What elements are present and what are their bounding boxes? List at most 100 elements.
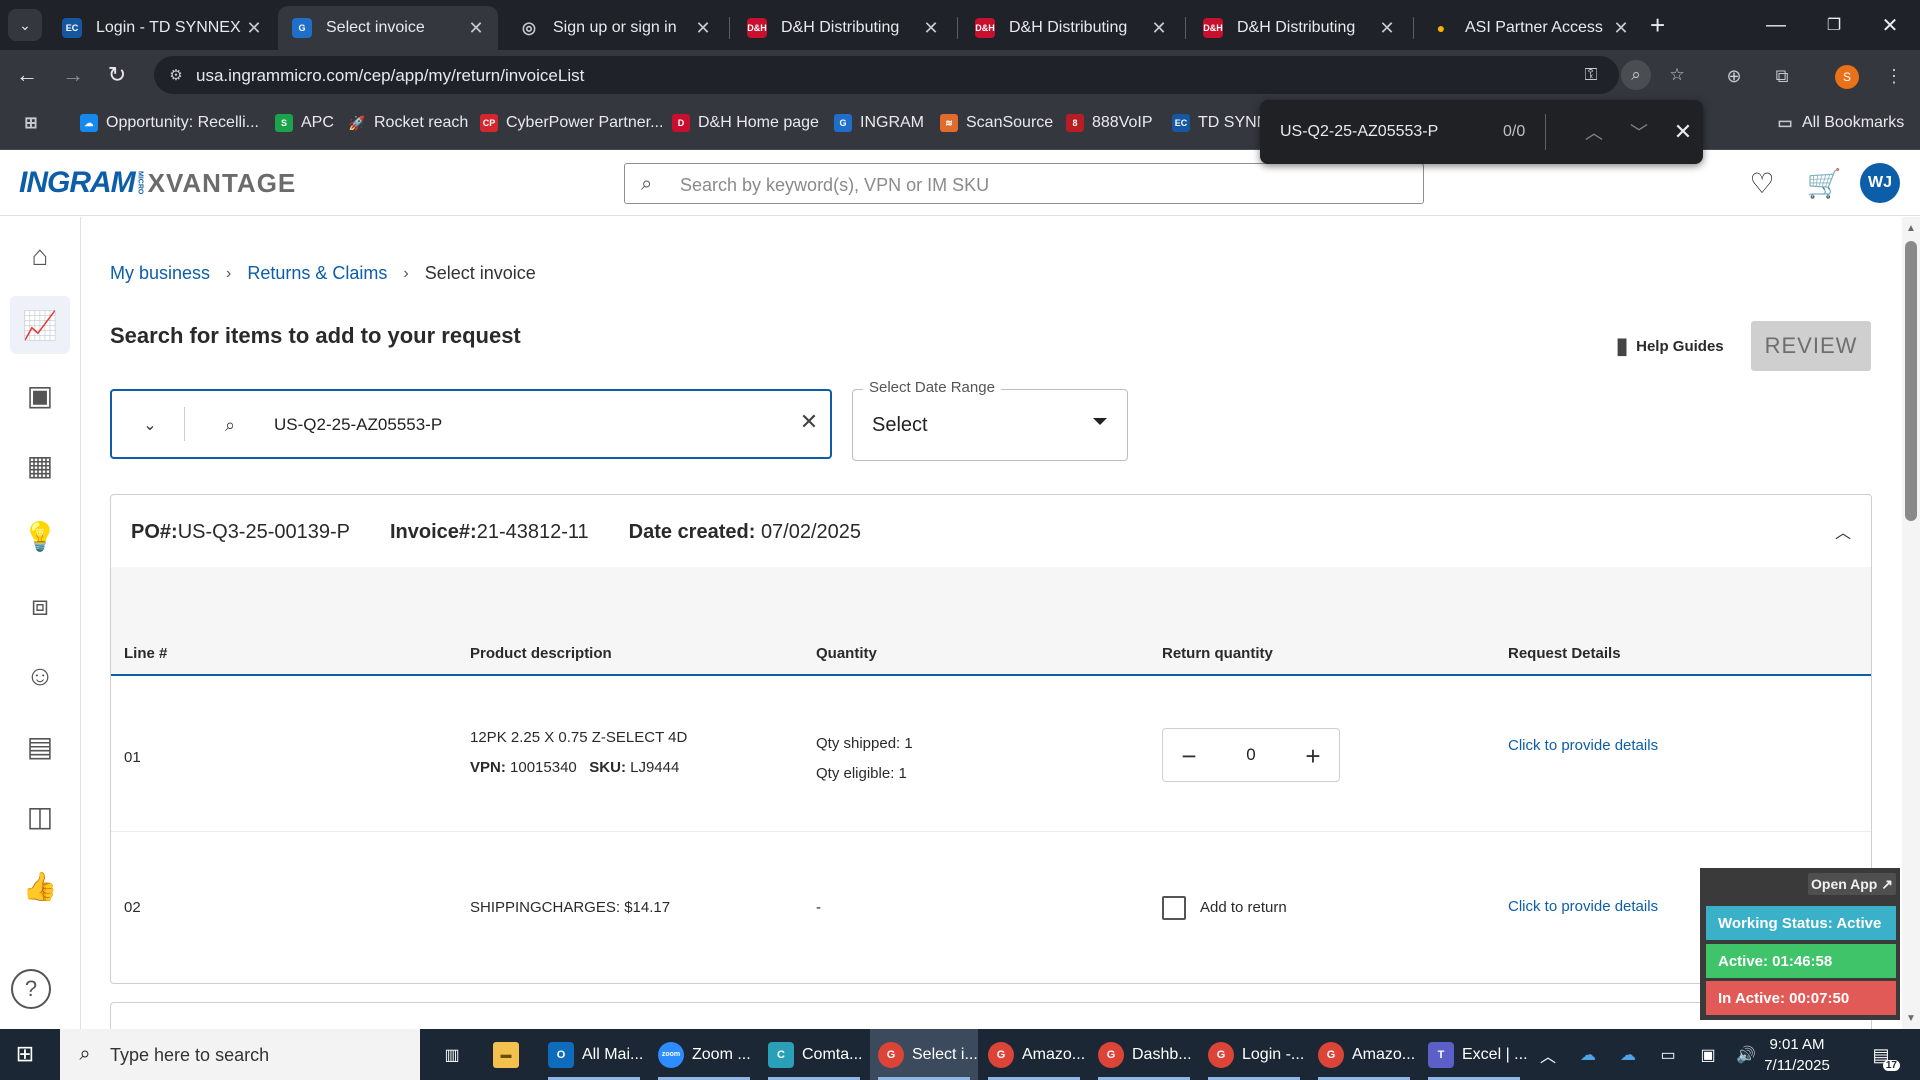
ingram-xvantage-logo[interactable]: INGRAM MICRO XVANTAGE	[19, 165, 296, 201]
support-agent-icon[interactable]: ☺	[10, 647, 70, 705]
open-app-button[interactable]: Open App ↗	[1808, 873, 1896, 895]
tab-login-td-synnex[interactable]: EC Login - TD SYNNEX ✕	[48, 6, 276, 50]
breadcrumb-returns-claims[interactable]: Returns & Claims	[247, 263, 387, 284]
bookmark-opportunity[interactable]: ☁ Opportunity: Recelli...	[80, 114, 259, 132]
tab-sign-up[interactable]: ◎ Sign up or sign in ✕	[505, 6, 725, 50]
invoice-search-input[interactable]	[274, 411, 754, 439]
collapse-chevron-up-icon[interactable]: ︿	[1829, 517, 1857, 545]
bookmark-cyberpower[interactable]: CP CyberPower Partner...	[480, 114, 663, 132]
forward-arrow-icon[interactable]: →	[56, 58, 90, 92]
taskbar-app-amazon-1[interactable]: G Amazo...	[980, 1029, 1088, 1080]
extensions-puzzle-icon[interactable]: ⧉	[1768, 62, 1796, 90]
products-box-icon[interactable]: ▣	[10, 366, 70, 424]
password-key-icon[interactable]: ⚿	[1578, 62, 1604, 88]
tab-dh-distributing-1[interactable]: D&H D&H Distributing ✕	[733, 6, 953, 50]
breadcrumb-my-business[interactable]: My business	[110, 263, 210, 284]
bookmark-888voip[interactable]: 8 888VoIP	[1066, 114, 1153, 132]
scroll-up-arrow-icon[interactable]: ▲	[1904, 221, 1918, 235]
increment-plus-icon[interactable]: +	[1299, 741, 1327, 771]
bookmark-star-icon[interactable]: ☆	[1664, 62, 1690, 88]
tab-dh-distributing-3[interactable]: D&H D&H Distributing ✕	[1189, 6, 1409, 50]
scroll-down-arrow-icon[interactable]: ▼	[1904, 1011, 1918, 1025]
provide-details-link[interactable]: Click to provide details	[1508, 898, 1658, 915]
bookmark-rocket-reach[interactable]: 🚀 Rocket reach	[348, 114, 468, 132]
close-tab-icon[interactable]: ✕	[1375, 16, 1399, 40]
find-in-page-icon[interactable]: ⌕	[1621, 60, 1651, 90]
system-clock[interactable]: 9:01 AM 7/11/2025	[1752, 1034, 1842, 1076]
ideas-lightbulb-icon[interactable]: 💡	[10, 507, 70, 565]
find-next-chevron-down-icon[interactable]: ﹀	[1625, 118, 1653, 146]
bookmark-ingram[interactable]: G INGRAM	[834, 114, 924, 132]
bookmark-scansource[interactable]: ≋ ScanSource	[940, 114, 1053, 132]
analytics-chart-icon[interactable]: 📈	[10, 296, 70, 354]
translate-globe-icon[interactable]: ⊕	[1720, 62, 1748, 90]
all-bookmarks[interactable]: ▭ All Bookmarks	[1776, 114, 1904, 132]
warehouse-icon[interactable]: ▦	[10, 436, 70, 494]
site-info-tune-icon[interactable]: ⚙	[166, 65, 186, 85]
taskbar-app-outlook[interactable]: O All Mai...	[540, 1029, 648, 1080]
reload-icon[interactable]: ↻	[100, 58, 134, 92]
taskbar-app-excel[interactable]: T Excel | ...	[1420, 1029, 1528, 1080]
close-tab-icon[interactable]: ✕	[242, 16, 266, 40]
onedrive-business-cloud-icon[interactable]: ☁	[1616, 1043, 1640, 1067]
taskbar-app-login[interactable]: G Login -...	[1200, 1029, 1308, 1080]
page-scrollbar-thumb[interactable]	[1905, 241, 1917, 521]
favorites-heart-icon[interactable]: ♡	[1744, 165, 1780, 201]
help-guides-link[interactable]: ▮ Help Guides	[1616, 333, 1724, 359]
address-bar[interactable]: ⚙ usa.ingrammicro.com/cep/app/my/return/…	[154, 56, 1685, 94]
close-window-icon[interactable]: ✕	[1868, 8, 1912, 42]
user-avatar[interactable]: WJ	[1860, 163, 1900, 203]
bookmark-apc[interactable]: S APC	[275, 114, 334, 132]
tab-asi-partner-access[interactable]: ● ASI Partner Access ✕	[1417, 6, 1643, 50]
services-layers-icon[interactable]: ⧈	[10, 577, 70, 635]
show-hidden-icons-chevron-up-icon[interactable]: ︿	[1536, 1043, 1560, 1067]
close-tab-icon[interactable]: ✕	[464, 16, 488, 40]
find-close-icon[interactable]: ✕	[1669, 118, 1697, 146]
close-tab-icon[interactable]: ✕	[1147, 16, 1171, 40]
help-question-icon[interactable]: ?	[11, 969, 51, 1009]
date-range-select[interactable]: Select Date Range Select	[852, 379, 1128, 461]
search-type-chevron-down-icon[interactable]: ⌄	[138, 413, 162, 437]
taskbar-app-comtrade[interactable]: C Comta...	[760, 1029, 868, 1080]
review-button[interactable]: REVIEW	[1751, 321, 1871, 371]
site-search-input[interactable]: ⌕ Search by keyword(s), VPN or IM SKU	[624, 163, 1424, 204]
home-icon[interactable]: ⌂	[10, 227, 70, 285]
calendar-icon[interactable]: ▤	[10, 717, 70, 775]
profile-avatar[interactable]: S	[1835, 65, 1859, 89]
close-tab-icon[interactable]: ✕	[691, 16, 715, 40]
clear-search-close-icon[interactable]: ✕	[796, 409, 822, 435]
find-previous-chevron-up-icon[interactable]: ︿	[1580, 118, 1608, 146]
battery-icon[interactable]: ▭	[1656, 1043, 1680, 1067]
close-tab-icon[interactable]: ✕	[1609, 16, 1633, 40]
taskbar-app-zoom[interactable]: zoom Zoom ...	[650, 1029, 758, 1080]
minimize-window-icon[interactable]: —	[1754, 8, 1798, 42]
windows-start-icon[interactable]: ⊞	[12, 1041, 38, 1067]
taskbar-app-amazon-2[interactable]: G Amazo...	[1310, 1029, 1418, 1080]
onedrive-cloud-icon[interactable]: ☁	[1576, 1043, 1600, 1067]
url-text[interactable]: usa.ingrammicro.com/cep/app/my/return/in…	[196, 66, 584, 86]
close-tab-icon[interactable]: ✕	[919, 16, 943, 40]
taskbar-app-select-invoice[interactable]: G Select i...	[870, 1029, 978, 1080]
taskbar-search-box[interactable]: ⌕ Type here to search	[60, 1029, 420, 1080]
taskbar-app-dashboard[interactable]: G Dashb...	[1090, 1029, 1198, 1080]
file-explorer-icon[interactable]: ▬	[488, 1029, 532, 1080]
return-quantity-value[interactable]: 0	[1239, 745, 1263, 765]
restore-window-icon[interactable]: ❐	[1812, 8, 1856, 42]
new-tab-plus-icon[interactable]: +	[1650, 12, 1665, 38]
add-to-return-checkbox[interactable]	[1162, 896, 1186, 920]
apps-grid-icon[interactable]: ⊞	[22, 114, 48, 132]
find-query[interactable]: US-Q2-25-AZ05553-P	[1280, 123, 1438, 141]
bookmark-dh-home[interactable]: D D&H Home page	[672, 114, 819, 132]
feedback-thumbs-up-icon[interactable]: 👍	[10, 857, 70, 915]
notifications-icon[interactable]: ▤ 17	[1866, 1041, 1900, 1071]
browser-menu-kebab-icon[interactable]: ⋮	[1880, 62, 1908, 90]
orders-bag-icon[interactable]: ◫	[10, 787, 70, 845]
bookmark-td-synnex[interactable]: EC TD SYNN	[1172, 114, 1268, 132]
back-arrow-icon[interactable]: ←	[10, 58, 44, 92]
provide-details-link[interactable]: Click to provide details	[1508, 737, 1658, 754]
cart-icon[interactable]: 🛒	[1806, 165, 1842, 201]
decrement-minus-icon[interactable]: −	[1175, 741, 1203, 771]
tab-search-chevron-icon[interactable]: ⌄	[8, 9, 42, 41]
network-icon[interactable]: ▣	[1696, 1043, 1720, 1067]
task-view-icon[interactable]: ▥	[432, 1029, 472, 1080]
